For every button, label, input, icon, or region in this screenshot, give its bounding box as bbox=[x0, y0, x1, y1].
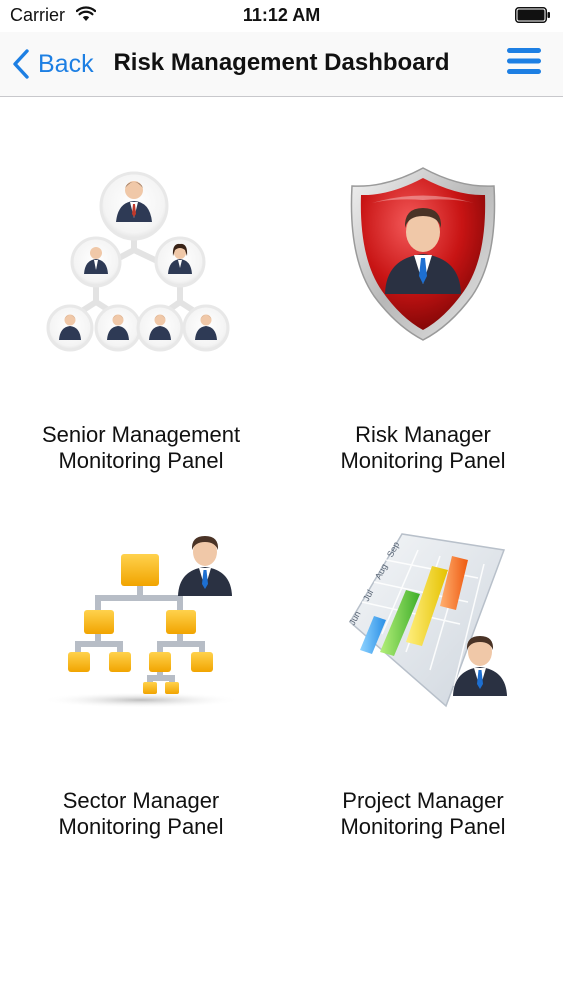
tile-label-line1: Project Manager bbox=[342, 788, 504, 813]
org-hierarchy-people-icon bbox=[46, 171, 230, 352]
tile-sector-manager[interactable]: Sector Manager Monitoring Panel bbox=[0, 474, 282, 840]
menu-button[interactable] bbox=[507, 46, 541, 81]
tile-label-line2: Monitoring Panel bbox=[58, 448, 224, 473]
tile-label-line1: Sector Manager bbox=[62, 788, 220, 813]
tile-label: Project Manager Monitoring Panel bbox=[282, 788, 563, 840]
tile-label-line2: Monitoring Panel bbox=[340, 448, 506, 473]
page-title: Risk Management Dashboard bbox=[113, 49, 450, 76]
tile-label-line2: Monitoring Panel bbox=[58, 814, 224, 839]
org-chart-manager-icon bbox=[41, 536, 241, 708]
tile-label: Sector Manager Monitoring Panel bbox=[0, 788, 282, 840]
gantt-chart-manager-icon: Jun Jul Aug Sep bbox=[347, 533, 507, 708]
tile-label: Senior Management Monitoring Panel bbox=[0, 422, 282, 474]
tile-risk-manager[interactable]: Risk Manager Monitoring Panel bbox=[282, 108, 563, 474]
hamburger-menu-icon bbox=[507, 48, 541, 74]
tile-label-line2: Monitoring Panel bbox=[340, 814, 506, 839]
status-bar: Carrier 11:12 AM bbox=[0, 0, 563, 32]
shield-manager-icon bbox=[350, 167, 496, 341]
navigation-bar: Back Risk Management Dashboard bbox=[0, 32, 563, 97]
battery-icon bbox=[515, 7, 551, 28]
tile-label-line1: Risk Manager bbox=[355, 422, 491, 447]
tile-label: Risk Manager Monitoring Panel bbox=[282, 422, 563, 474]
tile-project-manager[interactable]: Jun Jul Aug Sep Project Manager Monitori… bbox=[282, 474, 563, 840]
status-time: 11:12 AM bbox=[242, 5, 321, 25]
tile-label-line1: Senior Management bbox=[41, 422, 241, 447]
tile-senior-management[interactable]: Senior Management Monitoring Panel bbox=[0, 108, 282, 474]
